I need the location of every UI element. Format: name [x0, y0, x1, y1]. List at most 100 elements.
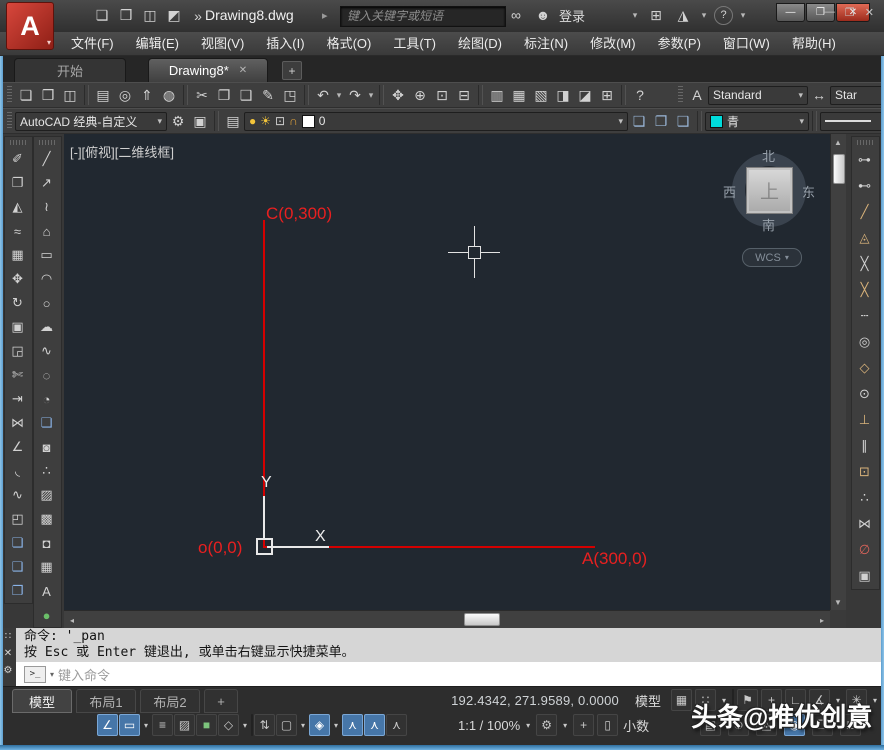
zoom-previous-icon[interactable]: ⊟: [453, 84, 475, 106]
stretch-icon[interactable]: ◲: [5, 339, 30, 363]
gradient-icon[interactable]: ▩: [34, 507, 59, 531]
snap-none-icon[interactable]: ∅: [852, 537, 877, 563]
chevron-down-icon[interactable]: ▾: [298, 714, 308, 736]
circle-icon[interactable]: ○: [34, 291, 59, 315]
markup-icon[interactable]: ◪: [574, 84, 596, 106]
snap-nearest-icon[interactable]: ⋈: [852, 511, 877, 537]
menu-format[interactable]: 格式(O): [316, 32, 383, 56]
isolate-objects-icon[interactable]: +: [573, 714, 594, 736]
settings-gear-icon[interactable]: ⚙: [536, 714, 557, 736]
chamfer-icon[interactable]: ∠: [5, 435, 30, 459]
toolbar-grip[interactable]: [7, 86, 12, 104]
move-icon[interactable]: ✥: [5, 267, 30, 291]
paste-icon[interactable]: ❑: [235, 84, 257, 106]
break-icon[interactable]: ⋈: [5, 411, 30, 435]
tab-drawing8[interactable]: Drawing8* ✕: [148, 58, 268, 82]
pan-icon[interactable]: ✥: [387, 84, 409, 106]
new-tab-button[interactable]: +: [282, 61, 302, 80]
text-style-icon[interactable]: A: [686, 84, 708, 106]
viewcube-north[interactable]: 北: [762, 146, 775, 165]
toolbar-grip[interactable]: [7, 112, 12, 130]
polygon-icon[interactable]: ⌂: [34, 219, 59, 243]
mtext-icon[interactable]: A: [34, 579, 59, 603]
binoculars-icon[interactable]: ∞: [505, 4, 527, 26]
chevron-down-icon[interactable]: ▾: [523, 714, 533, 736]
exchange-apps-icon[interactable]: ◮: [672, 4, 694, 26]
plot-icon[interactable]: ▤: [92, 84, 114, 106]
model-space-button[interactable]: 模型: [628, 691, 668, 710]
menu-edit[interactable]: 编辑(E): [125, 32, 190, 56]
copy-icon[interactable]: ❐: [213, 84, 235, 106]
table-icon[interactable]: ▦: [34, 555, 59, 579]
polyline-icon[interactable]: ≀: [34, 195, 59, 219]
dim-style-icon[interactable]: ↔: [808, 84, 830, 106]
snap-center-icon[interactable]: ◎: [852, 329, 877, 355]
snap-endpoint-icon[interactable]: ╱: [852, 199, 877, 225]
arc-icon[interactable]: ◠: [34, 267, 59, 291]
viewcube-east[interactable]: 东: [802, 182, 815, 201]
snap-extension-icon[interactable]: ┄: [852, 303, 877, 329]
menu-minimize-icon[interactable]: —: [824, 6, 835, 18]
command-prompt-icon[interactable]: >_: [24, 666, 46, 683]
chevron-down-icon[interactable]: ▾: [738, 4, 748, 26]
menu-modify[interactable]: 修改(M): [579, 32, 647, 56]
help-icon[interactable]: ?: [714, 6, 733, 25]
grid-display-icon[interactable]: ▦: [671, 689, 692, 711]
menu-help[interactable]: 帮助(H): [781, 32, 847, 56]
properties-palette-icon[interactable]: ▥: [486, 84, 508, 106]
menu-file[interactable]: 文件(F): [60, 32, 125, 56]
workspace-combo[interactable]: AutoCAD 经典-自定义 ▾: [15, 112, 167, 131]
trim-icon[interactable]: ✄: [5, 363, 30, 387]
menu-view[interactable]: 视图(V): [190, 32, 255, 56]
infer-constraints-icon[interactable]: ∠: [97, 714, 118, 736]
viewcube-top-face[interactable]: 上: [746, 167, 793, 214]
quickcalc-icon[interactable]: ⊞: [596, 84, 618, 106]
layout2-tab[interactable]: 布局2: [140, 689, 200, 713]
insert-block-icon[interactable]: ❏: [34, 411, 59, 435]
linetype-combo[interactable]: [820, 112, 884, 131]
export-dwf-icon[interactable]: ◍: [158, 84, 180, 106]
menu-restore-icon[interactable]: ❐: [845, 6, 855, 19]
gizmo-icon[interactable]: ◈: [309, 714, 330, 736]
signin-button[interactable]: 登录: [559, 6, 585, 25]
chevron-down-icon[interactable]: ▾: [630, 4, 640, 26]
wcs-menu-button[interactable]: WCS ▾: [742, 248, 802, 267]
snap-insert-icon[interactable]: ⊡: [852, 459, 877, 485]
revision-cloud-icon[interactable]: ☁: [34, 315, 59, 339]
snap-tangent-icon[interactable]: ⊙: [852, 381, 877, 407]
construction-line-icon[interactable]: ↗: [34, 171, 59, 195]
plot-preview-icon[interactable]: ◎: [114, 84, 136, 106]
save-icon[interactable]: ◫: [59, 84, 81, 106]
spline-icon[interactable]: ∿: [34, 339, 59, 363]
transparency-icon[interactable]: ▨: [174, 714, 195, 736]
workspace-settings-icon[interactable]: ▣: [189, 110, 211, 132]
chevron-down-icon[interactable]: ▾: [366, 84, 376, 106]
cmd-gripper-icon[interactable]: ∷: [5, 631, 11, 642]
layer-isolate-icon[interactable]: ❐: [650, 110, 672, 132]
match-properties-icon[interactable]: ✎: [257, 84, 279, 106]
chevron-down-icon[interactable]: ▾: [334, 84, 344, 106]
menu-close-icon[interactable]: ✕: [865, 6, 874, 19]
help-icon[interactable]: ?: [629, 84, 651, 106]
mirror-icon[interactable]: ◭: [5, 195, 30, 219]
rectangle-icon[interactable]: ▭: [34, 243, 59, 267]
ucs-toggle-icon[interactable]: ⇅: [254, 714, 275, 736]
snap-midpoint-icon[interactable]: ◬: [852, 225, 877, 251]
blend-curves-icon[interactable]: ∿: [5, 483, 30, 507]
open-folder-icon[interactable]: ❒: [37, 84, 59, 106]
horizontal-scrollbar[interactable]: ◂ ▸: [64, 610, 830, 628]
menu-tools[interactable]: 工具(T): [382, 32, 447, 56]
toolbar-grip[interactable]: [678, 86, 683, 104]
units-ruler-icon[interactable]: ▯: [597, 714, 618, 736]
erase-icon[interactable]: ✐: [5, 147, 30, 171]
cmd-wrench-icon[interactable]: ⚙: [4, 665, 13, 676]
ellipse-arc-icon[interactable]: ◔: [34, 387, 59, 411]
isodraft-icon[interactable]: ◇: [218, 714, 239, 736]
sheet-set-icon[interactable]: ◨: [552, 84, 574, 106]
point-icon[interactable]: ∴: [34, 459, 59, 483]
title-expand-icon[interactable]: ▸: [322, 9, 328, 22]
text-style-combo[interactable]: Standard ▾: [708, 86, 808, 105]
make-block-icon[interactable]: ◙: [34, 435, 59, 459]
line-icon[interactable]: ╱: [34, 147, 59, 171]
drawing-canvas[interactable]: [-][俯视][二维线框] C(0,300) o(0,0) A(300,0) Y…: [64, 134, 830, 610]
